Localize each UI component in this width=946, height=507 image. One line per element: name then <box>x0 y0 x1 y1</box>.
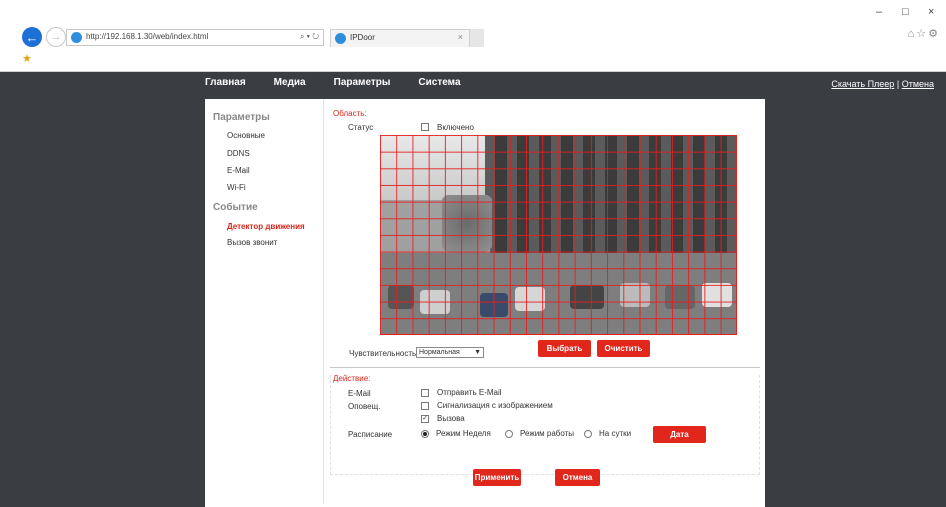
nav-system[interactable]: Система <box>418 72 460 94</box>
schedule-week-radio[interactable] <box>421 430 429 438</box>
motion-area-grid[interactable] <box>380 135 737 335</box>
address-bar[interactable]: http://192.168.1.30/web/index.html ⌕ ▾ ↻ <box>66 29 324 46</box>
favorites-star-icon[interactable]: ★ <box>22 52 32 65</box>
sidebar-item-basic[interactable]: Основные <box>227 131 265 140</box>
tab-favicon-icon <box>335 33 346 44</box>
schedule-week-label: Режим Неделя <box>436 429 491 438</box>
nav-media[interactable]: Медиа <box>274 72 306 94</box>
select-button[interactable]: Выбрать <box>538 340 591 357</box>
sidebar-group-params: Параметры <box>213 112 270 123</box>
nav-home[interactable]: Главная <box>205 72 246 94</box>
restore-icon[interactable]: □ <box>902 6 909 18</box>
top-nav: Главная Медиа Параметры Система <box>205 72 489 94</box>
sidebar-group-event: Событие <box>213 202 258 213</box>
forward-arrow-icon: → <box>50 31 62 43</box>
address-url: http://192.168.1.30/web/index.html <box>86 32 209 41</box>
close-icon[interactable]: × <box>928 6 934 18</box>
address-tools-icon[interactable]: ⌕ ▾ ↻ <box>300 32 319 42</box>
call-checkbox[interactable]: ✓ <box>421 415 429 423</box>
alarm-image-label: Сигнализация с изображением <box>437 401 553 410</box>
area-section-title: Область: <box>333 109 367 118</box>
sidebar: Параметры Основные DDNS E-Mail Wi-Fi Соб… <box>205 99 325 259</box>
schedule-work-label: Режим работы <box>520 429 575 438</box>
new-tab-button[interactable] <box>470 29 484 47</box>
tab-close-icon[interactable]: × <box>458 32 463 42</box>
download-player-link[interactable]: Скачать Плеер <box>831 79 894 89</box>
sidebar-item-ddns[interactable]: DDNS <box>227 149 250 158</box>
cancel-button[interactable]: Отмена <box>555 469 600 486</box>
vertical-divider <box>323 99 324 504</box>
browser-chrome: ← → http://192.168.1.30/web/index.html ⌕… <box>0 0 946 72</box>
schedule-label: Расписание <box>348 430 393 439</box>
alarm-image-checkbox[interactable] <box>421 402 429 410</box>
enabled-checkbox[interactable] <box>421 123 429 131</box>
ie-page-icon <box>71 32 82 43</box>
apply-button[interactable]: Применить <box>473 469 521 486</box>
minimize-icon[interactable]: – <box>876 6 882 18</box>
nav-params[interactable]: Параметры <box>334 72 391 94</box>
clear-button[interactable]: Очистить <box>597 340 650 357</box>
date-button[interactable]: Дата <box>653 426 706 443</box>
send-email-checkbox[interactable] <box>421 389 429 397</box>
schedule-work-radio[interactable] <box>505 430 513 438</box>
forward-button[interactable]: → <box>46 27 66 47</box>
sidebar-item-email[interactable]: E-Mail <box>227 166 250 175</box>
logout-link[interactable]: Отмена <box>902 79 934 89</box>
main-settings: Область: Статус Включено Выбрать Очистит… <box>325 99 763 507</box>
sensitivity-value: Нормальная <box>419 349 460 356</box>
sidebar-item-doorbell[interactable]: Вызов звонит <box>227 238 277 247</box>
enabled-label: Включено <box>437 123 474 132</box>
schedule-day-radio[interactable] <box>584 430 592 438</box>
top-links: Скачать Плеер | Отмена <box>831 79 934 89</box>
sensitivity-select[interactable]: Нормальная ▼ <box>416 347 484 358</box>
sensitivity-label: Чувствительность <box>349 349 417 358</box>
send-email-label: Отправить E-Mail <box>437 388 502 397</box>
tab-title: IPDoor <box>350 33 375 42</box>
back-button[interactable]: ← <box>22 27 42 47</box>
content-panel: Параметры Основные DDNS E-Mail Wi-Fi Соб… <box>205 99 765 507</box>
status-label: Статус <box>348 123 374 132</box>
sidebar-item-wifi[interactable]: Wi-Fi <box>227 183 246 192</box>
motion-grid-overlay[interactable] <box>380 135 737 335</box>
browser-tab[interactable]: IPDoor × <box>330 29 470 47</box>
email-label: E-Mail <box>348 389 371 398</box>
alarm-label: Оповещ. <box>348 402 381 411</box>
toolbar-icons[interactable]: ⌂☆⚙ <box>908 27 940 40</box>
back-arrow-icon: ← <box>25 29 39 45</box>
chevron-down-icon: ▼ <box>474 349 481 356</box>
schedule-day-label: На сутки <box>599 429 632 438</box>
section-divider <box>330 367 760 368</box>
link-separator: | <box>896 79 900 89</box>
call-label: Вызова <box>437 414 465 423</box>
action-section-title: Действие: <box>333 374 371 383</box>
action-box <box>330 375 760 475</box>
sidebar-item-motion[interactable]: Детектор движения <box>227 222 305 231</box>
